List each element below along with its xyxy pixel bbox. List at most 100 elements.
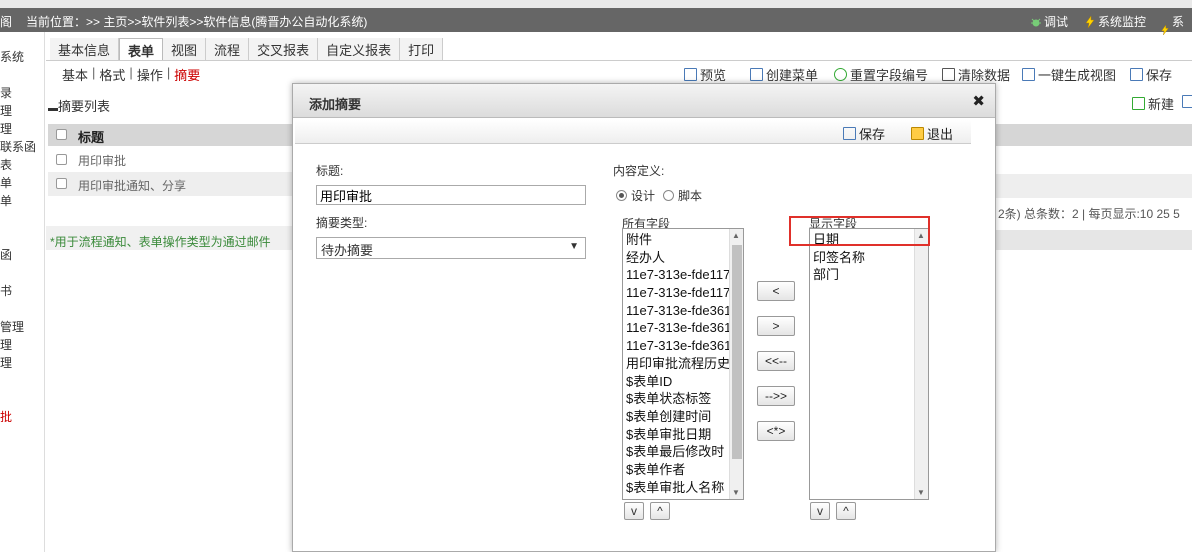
list-option[interactable]: 经办人 (623, 249, 729, 267)
save-button[interactable]: 保存 (1130, 65, 1172, 84)
radio-design[interactable] (616, 190, 627, 201)
subtab-basic[interactable]: 基本 (62, 65, 88, 84)
tab-form[interactable]: 表单 (119, 38, 164, 60)
list-option[interactable]: $表单作者 (623, 461, 729, 479)
all-fields-up-button[interactable]: ^ (650, 502, 670, 520)
tab-basic-info[interactable]: 基本信息 (50, 38, 120, 60)
row-title[interactable]: 用印审批通知、分享 (78, 177, 186, 194)
scroll-down-icon[interactable]: ▼ (917, 488, 925, 497)
tab-print[interactable]: 打印 (400, 38, 444, 60)
swap-button[interactable]: <*> (757, 421, 795, 441)
tab-custom-report[interactable]: 自定义报表 (318, 38, 401, 60)
sidebar-item[interactable]: 理 (0, 336, 12, 353)
system-monitor-button[interactable]: 系统监控 (1084, 13, 1146, 30)
export-icon[interactable] (1182, 95, 1192, 108)
list-option[interactable]: $表单状态标签 (623, 390, 729, 408)
list-option[interactable]: $表单审批日期 (623, 426, 729, 444)
sidebar-item[interactable]: 书 (0, 282, 12, 299)
sidebar-item[interactable]: 理 (0, 102, 12, 119)
list-icon: ▬ (48, 103, 58, 114)
sidebar-item[interactable]: 函 (0, 246, 12, 263)
debug-button[interactable]: 调试 (1030, 13, 1068, 30)
subtab-operation[interactable]: 操作 (137, 65, 163, 84)
sidebar-item[interactable]: 联系函 (0, 138, 36, 155)
sidebar-item[interactable]: 管理 (0, 318, 24, 335)
move-left-button[interactable]: < (757, 281, 795, 301)
all-fields-down-button[interactable]: v (624, 502, 644, 520)
move-all-left-button[interactable]: <<-- (757, 351, 795, 371)
preview-button[interactable]: 预览 (684, 65, 726, 84)
row-checkbox[interactable] (56, 154, 67, 165)
select-all-checkbox[interactable] (56, 129, 67, 140)
refresh-icon (834, 68, 847, 81)
list-option[interactable]: $表单最后修改时 (623, 443, 729, 461)
list-option[interactable]: 附件 (623, 231, 729, 249)
move-right-button[interactable]: > (757, 316, 795, 336)
sidebar-item[interactable]: 理 (0, 120, 12, 137)
scroll-thumb[interactable] (732, 245, 742, 459)
scroll-up-icon[interactable]: ▲ (732, 231, 740, 240)
list-option[interactable]: 用印审批流程历史 (623, 355, 729, 373)
all-fields-listbox[interactable]: 附件 经办人 11e7-313e-fde117 11e7-313e-fde117 11e… (622, 228, 744, 500)
list-header: 标题 (48, 124, 294, 146)
table-row[interactable]: 用印审批 (48, 148, 294, 172)
title-input[interactable] (316, 185, 586, 205)
reset-field-number-button[interactable]: 重置字段编号 (834, 65, 928, 84)
new-button[interactable]: 新建 (1132, 94, 1174, 113)
tab-cross-report[interactable]: 交叉报表 (249, 38, 319, 60)
list-option[interactable]: 11e7-313e-fde117 (623, 266, 729, 284)
sidebar-item[interactable]: 单 (0, 174, 12, 191)
list-option[interactable]: 11e7-313e-fde361 (623, 319, 729, 337)
radio-script[interactable] (663, 190, 675, 201)
sidebar-item[interactable]: 单 (0, 192, 12, 209)
list-option[interactable]: $表单ID (623, 373, 729, 391)
scrollbar[interactable]: ▲ ▼ (914, 229, 928, 499)
tab-flow[interactable]: 流程 (206, 38, 250, 60)
list-option[interactable]: $表单创建时间 (623, 408, 729, 426)
system-label: 系统 (1172, 15, 1185, 46)
trash-icon (942, 68, 955, 81)
subtab-summary[interactable]: 摘要 (174, 65, 200, 84)
display-fields-down-button[interactable]: v (810, 502, 830, 520)
scrollbar[interactable]: ▲ ▼ (729, 229, 743, 499)
list-option[interactable]: 11e7-313e-fde361 (623, 302, 729, 320)
subtab-format[interactable]: 格式 (99, 65, 125, 84)
tabs-divider (46, 60, 1192, 61)
system-button[interactable]: 系统 (1160, 13, 1192, 47)
clear-data-button[interactable]: 清除数据 (942, 65, 1010, 84)
document-icon (750, 68, 763, 81)
sidebar-item[interactable]: 批 (0, 408, 12, 425)
edit-icon (1022, 68, 1035, 81)
save-label: 保存 (1146, 68, 1173, 83)
sidebar-item[interactable]: 理 (0, 354, 12, 371)
generate-view-button[interactable]: 一键生成视图 (1022, 65, 1116, 84)
new-icon (1132, 97, 1145, 110)
sidebar-item[interactable]: 系统 (0, 48, 24, 65)
sidebar-item[interactable]: 表 (0, 156, 12, 173)
clear-data-label: 清除数据 (958, 68, 1011, 83)
display-fields-up-button[interactable]: ^ (836, 502, 856, 520)
display-fields-listbox[interactable]: 日期 印签名称 部门 ▲ ▼ (809, 228, 929, 500)
list-option[interactable]: 11e7-313e-fde117 (623, 284, 729, 302)
create-menu-label: 创建菜单 (766, 68, 819, 83)
table-row[interactable]: 用印审批通知、分享 (48, 172, 294, 196)
sidebar-item[interactable]: 录 (0, 84, 12, 101)
create-menu-button[interactable]: 创建菜单 (750, 65, 818, 84)
exit-icon (911, 127, 924, 140)
list-option[interactable]: $表单审批人名称 (623, 479, 729, 497)
dialog-save-button[interactable]: 保存 (843, 124, 885, 143)
summary-type-select[interactable]: 待办摘要 ▼ (316, 237, 586, 259)
move-all-right-button[interactable]: -->> (757, 386, 795, 406)
tab-view[interactable]: 视图 (163, 38, 207, 60)
summary-list-title: ▬摘要列表 (48, 96, 110, 115)
list-option[interactable]: 部门 (810, 266, 914, 284)
row-title[interactable]: 用印审批 (78, 152, 126, 169)
list-option[interactable]: 11e7-313e-fde361 (623, 337, 729, 355)
row-checkbox[interactable] (56, 178, 67, 189)
scroll-down-icon[interactable]: ▼ (732, 488, 740, 497)
close-icon[interactable]: ✖ (972, 92, 985, 110)
add-summary-dialog: 添加摘要 ✖ 保存 退出 标题: 摘要类型: 待办摘要 ▼ 内容定义: 设计 脚… (292, 83, 996, 552)
list-option[interactable]: 印签名称 (810, 249, 914, 267)
main-tabs: 基本信息 表单 视图 流程 交叉报表 自定义报表 打印 (50, 38, 444, 60)
dialog-exit-button[interactable]: 退出 (911, 124, 953, 143)
